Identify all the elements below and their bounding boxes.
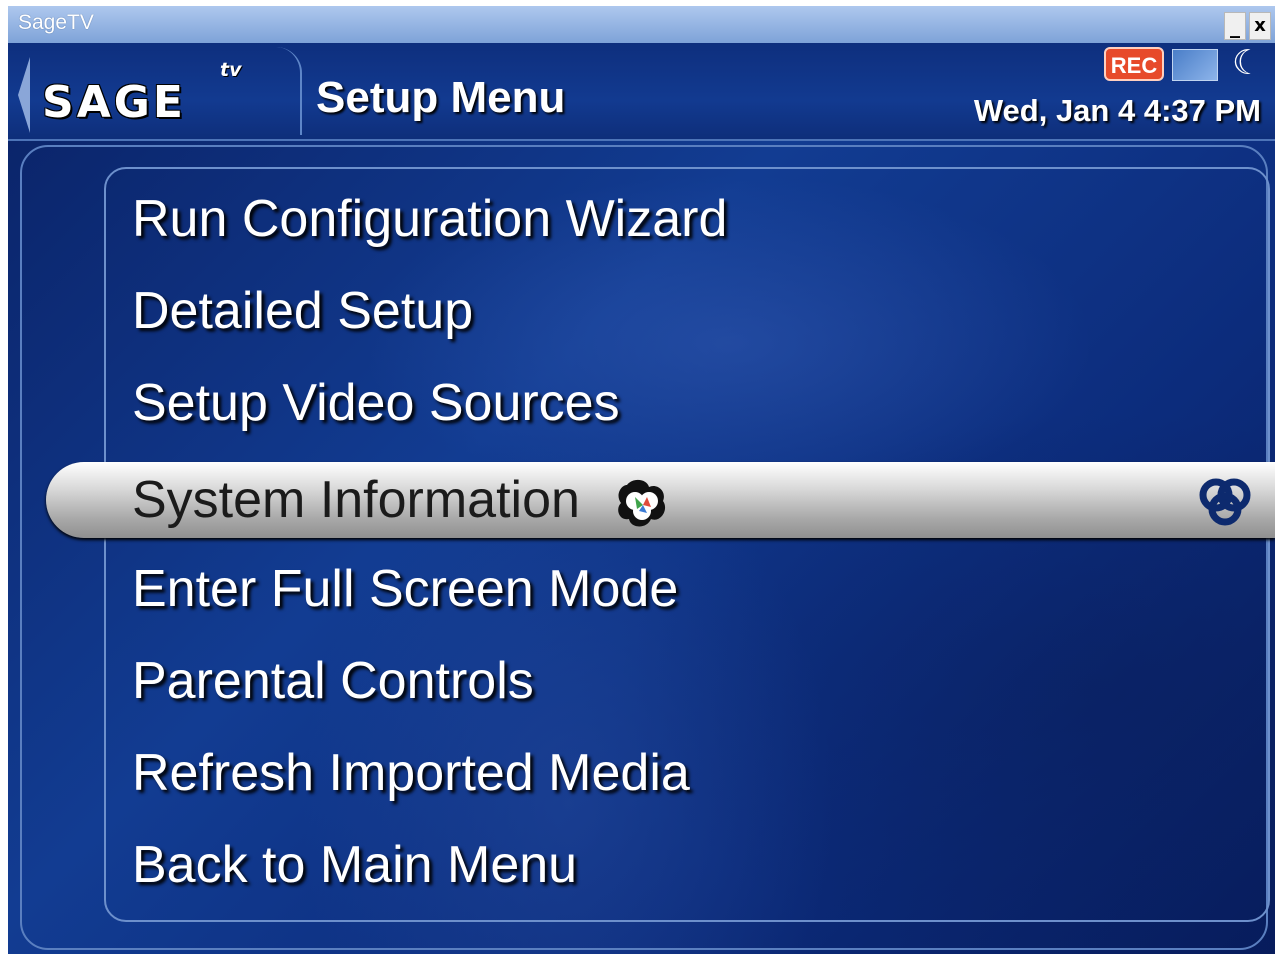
title-bar[interactable]: SageTV _ x — [8, 6, 1275, 43]
menu-item-system-information[interactable]: System Information — [46, 462, 1275, 538]
sage-focus-icon — [1199, 478, 1251, 526]
menu-item-run-configuration-wizard[interactable]: Run Configuration Wizard — [132, 184, 727, 254]
rec-badge: REC — [1104, 47, 1164, 81]
menu-item-parental-controls[interactable]: Parental Controls — [132, 646, 534, 716]
logo-panel: SAGE tv — [14, 47, 302, 135]
header: SAGE tv Setup Menu REC ☾ Wed, Jan 4 4:37… — [8, 43, 1275, 141]
app-area: SAGE tv Setup Menu REC ☾ Wed, Jan 4 4:37… — [8, 43, 1275, 954]
moon-icon[interactable]: ☾ — [1232, 43, 1272, 83]
minimize-button[interactable]: _ — [1224, 12, 1246, 40]
back-arrow-icon[interactable] — [18, 57, 30, 133]
date-time: Wed, Jan 4 4:37 PM — [973, 93, 1261, 128]
window-title: SageTV — [18, 11, 94, 34]
sage-logo: SAGE — [42, 77, 186, 128]
screen-icon — [1172, 49, 1218, 81]
menu-item-back-to-main-menu[interactable]: Back to Main Menu — [132, 830, 577, 900]
sage-logo-tv: tv — [220, 59, 242, 81]
menu-item-label: System Information — [132, 471, 580, 529]
menu-item-detailed-setup[interactable]: Detailed Setup — [132, 276, 473, 346]
menu-item-setup-video-sources[interactable]: Setup Video Sources — [132, 368, 620, 438]
menu-item-enter-full-screen-mode[interactable]: Enter Full Screen Mode — [132, 554, 678, 624]
page-title: Setup Menu — [316, 73, 566, 122]
sage-cursor-icon — [618, 479, 666, 527]
close-button[interactable]: x — [1249, 12, 1271, 40]
menu-item-refresh-imported-media[interactable]: Refresh Imported Media — [132, 738, 690, 808]
sagetv-window: SageTV _ x SAGE tv Setup Menu REC ☾ Wed,… — [8, 6, 1275, 954]
